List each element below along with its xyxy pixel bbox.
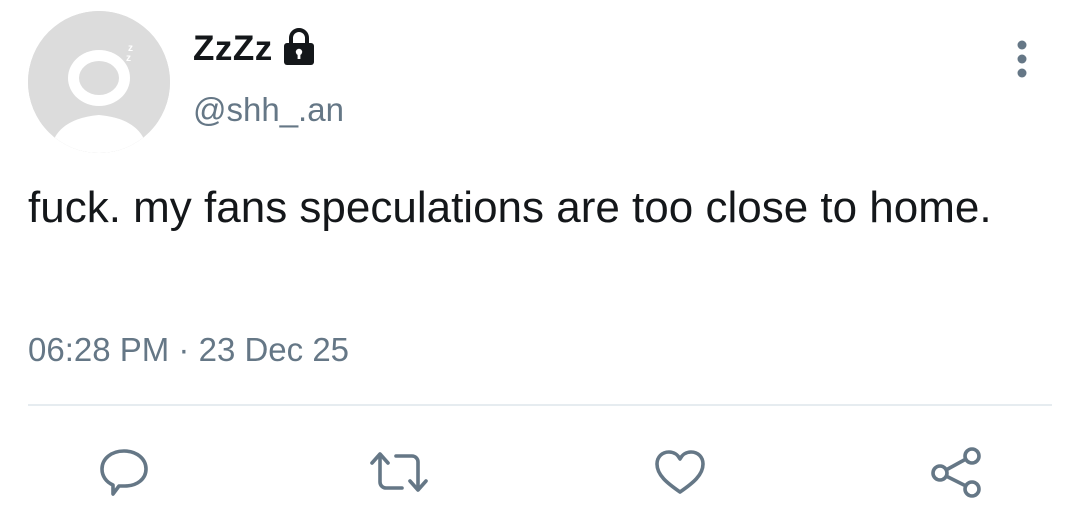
- tweet-date: 23 Dec 25: [198, 331, 350, 368]
- tweet-text: fuck. my fans speculations are too close…: [28, 183, 992, 232]
- tweet-time: 06:28 PM: [28, 331, 170, 368]
- reply-icon: [100, 449, 148, 496]
- divider: [28, 404, 1052, 406]
- share-button[interactable]: [924, 440, 988, 504]
- default-avatar-icon: z z: [28, 11, 170, 153]
- retweet-icon: [370, 452, 428, 492]
- tweet-timestamp[interactable]: 06:28 PM · 23 Dec 25: [28, 331, 349, 369]
- more-vertical-icon: [1017, 40, 1027, 78]
- heart-icon: [655, 450, 705, 494]
- more-options-button[interactable]: [1004, 36, 1040, 82]
- retweet-button[interactable]: [367, 440, 431, 504]
- display-name-row[interactable]: ZzZz: [193, 26, 316, 72]
- svg-text:z: z: [126, 53, 131, 64]
- reply-button[interactable]: [92, 440, 156, 504]
- lock-icon: [282, 27, 316, 67]
- meta-separator: ·: [178, 331, 190, 368]
- avatar[interactable]: z z: [28, 11, 170, 153]
- like-button[interactable]: [648, 440, 712, 504]
- user-handle[interactable]: @shh_.an: [193, 91, 344, 129]
- share-icon: [931, 447, 981, 498]
- display-name: ZzZz: [193, 29, 273, 68]
